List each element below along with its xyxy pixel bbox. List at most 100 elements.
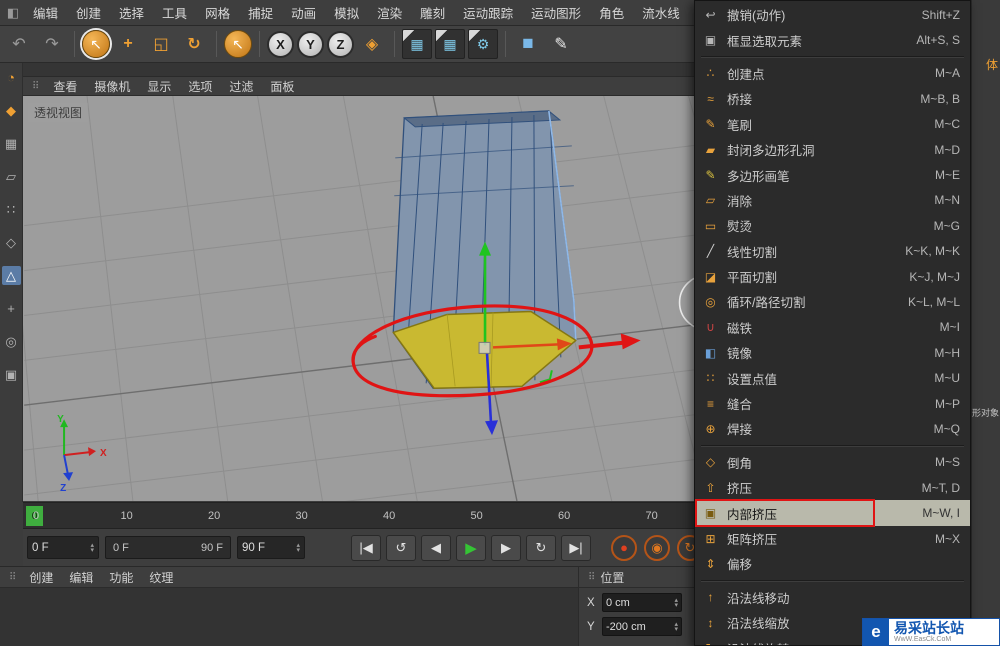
viewport-menu-摄像机[interactable]: 摄像机	[86, 76, 138, 97]
play-button[interactable]: ▶	[456, 534, 486, 561]
panel-handle-icon[interactable]: ⠿	[32, 81, 39, 92]
coord-stepper-x[interactable]: ▴ ▾	[674, 597, 678, 609]
primitive-cube-icon[interactable]: ■	[513, 29, 543, 59]
play-backwards-button[interactable]: ↺	[386, 534, 416, 561]
menubar-item-工具[interactable]: 工具	[153, 0, 196, 26]
material-menu-创建[interactable]: 创建	[21, 567, 61, 588]
menubar-item-捕捉[interactable]: 捕捉	[239, 0, 282, 26]
menu-item-smooth-shift[interactable]: ⇕ 偏移	[695, 551, 970, 576]
stepper-down-icon[interactable]: ▾	[90, 547, 94, 554]
menu-item-bridge[interactable]: ≈ 桥接 M~B, B	[695, 86, 970, 111]
menu-item-bevel[interactable]: ◇ 倒角 M~S	[695, 450, 970, 475]
y-axis-lock-icon[interactable]: Y	[297, 30, 324, 58]
coord-input-x[interactable]: 0 cm ▴ ▾	[602, 593, 682, 612]
coordinate-system-icon[interactable]: ◈	[357, 29, 387, 59]
menu-item-extrude[interactable]: ⇧ 挤压 M~T, D	[695, 475, 970, 500]
viewport-lock-icon[interactable]: ▣	[2, 365, 21, 384]
goto-start-button[interactable]: |◀	[351, 534, 381, 561]
workplane-mode-icon[interactable]: ▱	[2, 167, 21, 186]
panel-handle-icon[interactable]: ⠿	[9, 572, 16, 583]
material-menu-纹理[interactable]: 纹理	[141, 567, 181, 588]
viewport-menu-过滤[interactable]: 过滤	[221, 76, 261, 97]
menu-item-brush[interactable]: ✎ 笔刷 M~C	[695, 112, 970, 137]
x-axis-lock-icon[interactable]: X	[267, 30, 294, 58]
material-menu-编辑[interactable]: 编辑	[61, 567, 101, 588]
viewport-menu-面板[interactable]: 面板	[262, 76, 302, 97]
move-tool-icon[interactable]: +	[113, 29, 143, 59]
viewport-menu-选项[interactable]: 选项	[180, 76, 220, 97]
menu-item-move-along-normals[interactable]: ↑ 沿法线移动	[695, 585, 970, 610]
menu-item-matrix-extrude[interactable]: ⊞ 矩阵挤压 M~X	[695, 526, 970, 551]
stepper-down-icon[interactable]: ▾	[674, 626, 678, 633]
menu-item-stitch-and-sew[interactable]: ≡ 缝合 M~P	[695, 391, 970, 416]
coord-stepper-y[interactable]: ▴ ▾	[674, 621, 678, 633]
menu-item-plane-cut[interactable]: ◪ 平面切割 K~J, M~J	[695, 264, 970, 289]
menu-item-line-cut[interactable]: ╱ 线性切割 K~K, M~K	[695, 239, 970, 264]
menu-item-undo-action[interactable]: ↩ 撤销(动作) Shift+Z	[695, 2, 970, 27]
live-selection-icon[interactable]: ↖	[82, 30, 110, 58]
menubar-item-运动图形[interactable]: 运动图形	[522, 0, 590, 26]
menubar-item-选择[interactable]: 选择	[110, 0, 153, 26]
preview-range-slider[interactable]: 0 F 90 F	[105, 536, 231, 559]
autokeying-button[interactable]: ◉	[644, 534, 670, 561]
z-axis-handle-icon[interactable]	[485, 420, 499, 436]
scale-tool-icon[interactable]: ◱	[146, 29, 176, 59]
menubar-item-雕刻[interactable]: 雕刻	[411, 0, 454, 26]
edges-mode-icon[interactable]: ◇	[2, 233, 21, 252]
end-frame-field[interactable]: 90 F ▴ ▾	[237, 536, 305, 559]
viewport-menu-显示[interactable]: 显示	[139, 76, 179, 97]
viewport-menu-查看[interactable]: 查看	[45, 76, 85, 97]
record-keyframe-button[interactable]: ●	[611, 534, 637, 561]
menu-item-extrude-inner[interactable]: ▣ 内部挤压 M~W, I	[695, 499, 970, 527]
coord-input-y[interactable]: -200 cm ▴ ▾	[602, 617, 682, 636]
render-picture-viewer-icon[interactable]: ▦	[435, 29, 465, 59]
menu-item-dissolve[interactable]: ▱ 消除 M~N	[695, 188, 970, 213]
polygons-mode-icon[interactable]: △	[1, 266, 21, 285]
menubar-item-动画[interactable]: 动画	[282, 0, 325, 26]
end-frame-stepper[interactable]: ▴ ▾	[296, 542, 300, 554]
material-manager-body[interactable]	[0, 588, 578, 646]
menu-item-frame-selected-elements[interactable]: ▣ 框显选取元素 Alt+S, S	[695, 27, 970, 52]
goto-end-button[interactable]: ▶|	[561, 534, 591, 561]
points-mode-icon[interactable]: ∷	[2, 200, 21, 219]
stepper-down-icon[interactable]: ▾	[674, 602, 678, 609]
z-axis-lock-icon[interactable]: Z	[327, 30, 354, 58]
menu-item-close-polygon-hole[interactable]: ▰ 封闭多边形孔洞 M~D	[695, 137, 970, 162]
menu-item-set-point-value[interactable]: ∷ 设置点值 M~U	[695, 365, 970, 390]
snap-settings-icon[interactable]: ◎	[2, 332, 21, 351]
current-frame-field[interactable]: 0 F ▴ ▾	[27, 536, 99, 559]
menu-item-iron[interactable]: ▭ 熨烫 M~G	[695, 213, 970, 238]
origin-handle[interactable]	[478, 341, 491, 354]
pen-spline-icon[interactable]: ✎	[546, 29, 576, 59]
render-view-icon[interactable]: ▦	[402, 29, 432, 59]
menu-item-mirror[interactable]: ◧ 镜像 M~H	[695, 340, 970, 365]
texture-mode-icon[interactable]: ▦	[2, 134, 21, 153]
last-tool-icon[interactable]: ↖	[224, 30, 252, 58]
menu-item-create-point[interactable]: ∴ 创建点 M~A	[695, 61, 970, 86]
panel-handle-icon[interactable]: ⠿	[588, 572, 595, 583]
loop-playback-button[interactable]: ↻	[526, 534, 556, 561]
menu-item-polygon-pen[interactable]: ✎ 多边形画笔 M~E	[695, 162, 970, 187]
material-menu-功能[interactable]: 功能	[101, 567, 141, 588]
menubar-item-角色[interactable]: 角色	[590, 0, 633, 26]
next-frame-button[interactable]: ▶	[491, 534, 521, 561]
menu-item-weld[interactable]: ⊕ 焊接 M~Q	[695, 416, 970, 441]
undo-icon[interactable]: ↶	[4, 29, 34, 59]
menubar-item-网格[interactable]: 网格	[196, 0, 239, 26]
menu-item-magnet[interactable]: ∪ 磁铁 M~I	[695, 315, 970, 340]
render-settings-icon[interactable]: ⚙	[468, 29, 498, 59]
menu-item-loop-path-cut[interactable]: ◎ 循环/路径切割 K~L, M~L	[695, 289, 970, 314]
redo-icon[interactable]: ↷	[37, 29, 67, 59]
stepper-down-icon[interactable]: ▾	[296, 547, 300, 554]
menubar-item-创建[interactable]: 创建	[67, 0, 110, 26]
menubar-item-编辑[interactable]: 编辑	[24, 0, 67, 26]
model-mode-icon[interactable]: ◆	[2, 101, 21, 120]
frame-stepper[interactable]: ▴ ▾	[90, 542, 94, 554]
menubar-item-模拟[interactable]: 模拟	[325, 0, 368, 26]
previous-frame-button[interactable]: ◀	[421, 534, 451, 561]
menubar-item-运动跟踪[interactable]: 运动跟踪	[454, 0, 522, 26]
make-editable-icon[interactable]: ◔	[2, 68, 21, 87]
enable-axis-icon[interactable]: +	[2, 299, 21, 318]
rotate-tool-icon[interactable]: ↻	[179, 29, 209, 59]
menubar-item-渲染[interactable]: 渲染	[368, 0, 411, 26]
